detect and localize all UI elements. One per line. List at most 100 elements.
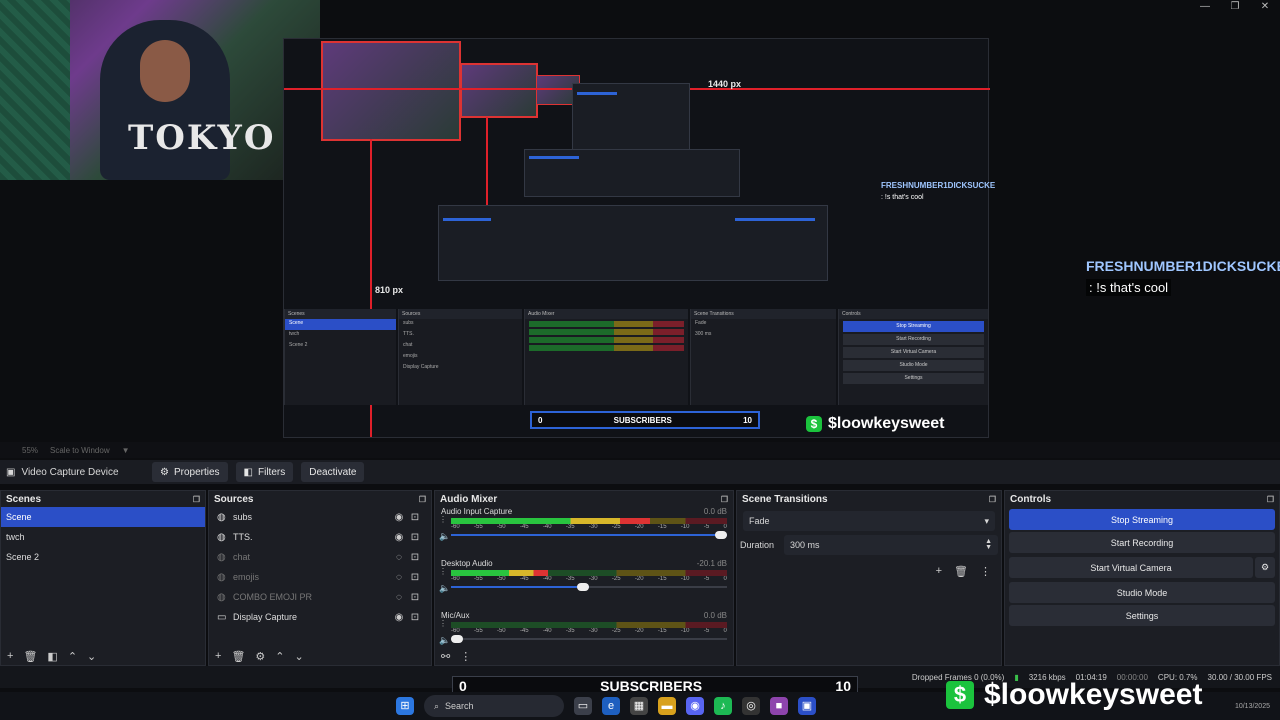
scene-item[interactable]: twch bbox=[1, 527, 205, 547]
menu-icon[interactable]: ⋮ bbox=[980, 565, 991, 578]
obs-icon[interactable]: ◎ bbox=[742, 697, 760, 715]
eye-icon[interactable]: ◉ bbox=[391, 512, 407, 523]
source-item[interactable]: ◍ emojis ◌ ⊡ bbox=[209, 567, 431, 587]
scale-mode[interactable]: Scale to Window bbox=[50, 446, 110, 455]
channel-db: -20.1 dB bbox=[696, 559, 727, 568]
acoustic-foam bbox=[0, 0, 70, 180]
nested-chat: FRESHNUMBER1DICKSUCKE : !s that's cool bbox=[881, 181, 996, 201]
app-icon[interactable]: ■ bbox=[770, 697, 788, 715]
source-item[interactable]: ▭ Display Capture ◉ ⊡ bbox=[209, 607, 431, 627]
edge-icon[interactable]: e bbox=[602, 697, 620, 715]
store-icon[interactable]: ▦ bbox=[630, 697, 648, 715]
chevron-up-icon[interactable]: ⌃ bbox=[275, 650, 284, 663]
app-icon-2[interactable]: ▣ bbox=[798, 697, 816, 715]
taskbar-search[interactable]: ⌕ Search bbox=[424, 695, 564, 717]
speaker-icon[interactable]: 🔈 bbox=[439, 531, 450, 542]
nested-webcam[interactable] bbox=[321, 41, 461, 141]
lock-icon[interactable]: ⊡ bbox=[407, 572, 423, 583]
float-icon[interactable]: ❐ bbox=[193, 495, 200, 504]
lock-icon[interactable]: ⊡ bbox=[407, 612, 423, 623]
virtual-camera-settings-button[interactable]: ⚙ bbox=[1255, 557, 1275, 578]
lock-icon[interactable]: ⊡ bbox=[407, 552, 423, 563]
volume-knob[interactable] bbox=[451, 635, 463, 643]
eye-icon[interactable]: ◉ bbox=[391, 532, 407, 543]
zoom-level[interactable]: 55% bbox=[22, 446, 38, 455]
cashapp-icon: $ bbox=[946, 681, 974, 709]
chevron-down-icon[interactable]: ▼ bbox=[122, 446, 130, 455]
studio-mode-button[interactable]: Studio Mode bbox=[1009, 582, 1275, 603]
trash-icon[interactable]: 🗑 bbox=[954, 565, 968, 578]
chevron-down-icon: ▾ bbox=[984, 515, 989, 526]
minimize-icon[interactable]: — bbox=[1190, 0, 1220, 14]
filter-icon[interactable]: ◧ bbox=[47, 650, 57, 663]
mixer-channel: Desktop Audio -20.1 dB -60 -55 -50 -45 -40 -35-… bbox=[435, 559, 733, 611]
float-icon[interactable]: ❐ bbox=[419, 495, 426, 504]
speaker-icon[interactable]: 🔈 bbox=[439, 583, 450, 594]
stepper-icon[interactable]: ▲ ▼ bbox=[985, 538, 992, 551]
nested-transitions-dock: Scene Transitions Fade 300 ms bbox=[690, 309, 836, 405]
source-item[interactable]: ◍ subs ◉ ⊡ bbox=[209, 507, 431, 527]
selected-source: ▣ Video Capture Device bbox=[6, 466, 119, 478]
settings-button[interactable]: Settings bbox=[1009, 605, 1275, 626]
source-item[interactable]: ◍ TTS. ◉ ⊡ bbox=[209, 527, 431, 547]
mixer-channel: Mic/Aux 0.0 dB -60 -55 -50 -45 -40 -35 -30 -25 -20… bbox=[435, 611, 733, 663]
float-icon[interactable]: ❐ bbox=[989, 495, 996, 504]
maximize-icon[interactable]: ❐ bbox=[1220, 0, 1250, 14]
add-icon[interactable]: + bbox=[7, 650, 13, 663]
source-name: emojis bbox=[233, 572, 260, 582]
volume-slider[interactable] bbox=[451, 582, 727, 592]
task-view-icon[interactable]: ▭ bbox=[574, 697, 592, 715]
discord-icon[interactable]: ◉ bbox=[686, 697, 704, 715]
source-item[interactable]: ◍ chat ◌ ⊡ bbox=[209, 547, 431, 567]
eye-hidden-icon[interactable]: ◌ bbox=[391, 572, 407, 583]
folder-icon[interactable]: ▬ bbox=[658, 697, 676, 715]
windows-start-icon[interactable]: ⊞ bbox=[396, 697, 414, 715]
scene-transitions-title: Scene Transitions bbox=[742, 493, 828, 505]
transition-select[interactable]: Fade ▾ bbox=[743, 511, 995, 531]
chevron-up-icon[interactable]: ⌃ bbox=[68, 650, 77, 663]
add-icon[interactable]: + bbox=[215, 650, 221, 663]
add-icon[interactable]: + bbox=[936, 565, 942, 578]
stop-streaming-button[interactable]: Stop Streaming bbox=[1009, 509, 1275, 530]
close-icon[interactable]: ✕ bbox=[1250, 0, 1280, 14]
scene-item[interactable]: Scene 2 bbox=[1, 547, 205, 567]
channel-menu-icon[interactable]: ⋮ bbox=[439, 620, 447, 628]
menu-icon[interactable]: ⋮ bbox=[460, 650, 471, 663]
trash-icon[interactable]: 🗑 bbox=[23, 650, 37, 663]
float-icon[interactable]: ❐ bbox=[721, 495, 728, 504]
filters-button[interactable]: ◧ Filters bbox=[235, 462, 294, 482]
lock-icon[interactable]: ⊡ bbox=[407, 592, 423, 603]
trash-icon[interactable]: 🗑 bbox=[231, 650, 245, 663]
spotify-icon[interactable]: ♪ bbox=[714, 697, 732, 715]
volume-knob[interactable] bbox=[577, 583, 589, 591]
lock-icon[interactable]: ⊡ bbox=[407, 512, 423, 523]
channel-menu-icon[interactable]: ⋮ bbox=[439, 568, 447, 576]
chevron-down-icon[interactable]: ⌄ bbox=[87, 650, 96, 663]
lock-icon[interactable]: ⊡ bbox=[407, 532, 423, 543]
properties-button[interactable]: ⚙ Properties bbox=[152, 462, 228, 482]
sources-dock: Sources ❐ ◍ subs ◉ ⊡ ◍ TTS. ◉ ⊡ ◍ chat ◌ ⊡ ◍ emojis ◌ ⊡… bbox=[208, 490, 432, 666]
scene-item[interactable]: Scene bbox=[1, 507, 205, 527]
volume-slider[interactable] bbox=[451, 634, 727, 644]
start-virtual-camera-button[interactable]: Start Virtual Camera bbox=[1009, 557, 1253, 578]
channel-name: Desktop Audio bbox=[441, 559, 493, 568]
start-recording-button[interactable]: Start Recording bbox=[1009, 532, 1275, 553]
channel-menu-icon[interactable]: ⋮ bbox=[439, 516, 447, 524]
globe-icon: ◍ bbox=[217, 591, 226, 603]
source-toolbar: ▣ Video Capture Device ⚙ Properties ◧ Fi… bbox=[0, 460, 1280, 484]
eye-icon[interactable]: ◉ bbox=[391, 612, 407, 623]
speaker-icon[interactable]: 🔈 bbox=[439, 635, 450, 646]
source-item[interactable]: ◍ COMBO EMOJI PR ◌ ⊡ bbox=[209, 587, 431, 607]
deactivate-button[interactable]: Deactivate bbox=[301, 462, 365, 482]
duration-field[interactable]: 300 ms ▲ ▼ bbox=[784, 535, 998, 555]
chevron-down-icon[interactable]: ⌄ bbox=[295, 650, 304, 663]
preview-canvas[interactable]: TOKYO 1440 px 810 px FRESHNUMBER1DICKSUC bbox=[0, 0, 1280, 440]
eye-hidden-icon[interactable]: ◌ bbox=[391, 552, 407, 563]
volume-knob[interactable] bbox=[715, 531, 727, 539]
gear-icon[interactable]: ⚙ bbox=[255, 650, 265, 663]
link-icon[interactable]: ⚯ bbox=[441, 650, 450, 663]
controls-title: Controls bbox=[1010, 493, 1052, 505]
float-icon[interactable]: ❐ bbox=[1267, 495, 1274, 504]
eye-hidden-icon[interactable]: ◌ bbox=[391, 592, 407, 603]
volume-slider[interactable] bbox=[451, 530, 727, 540]
